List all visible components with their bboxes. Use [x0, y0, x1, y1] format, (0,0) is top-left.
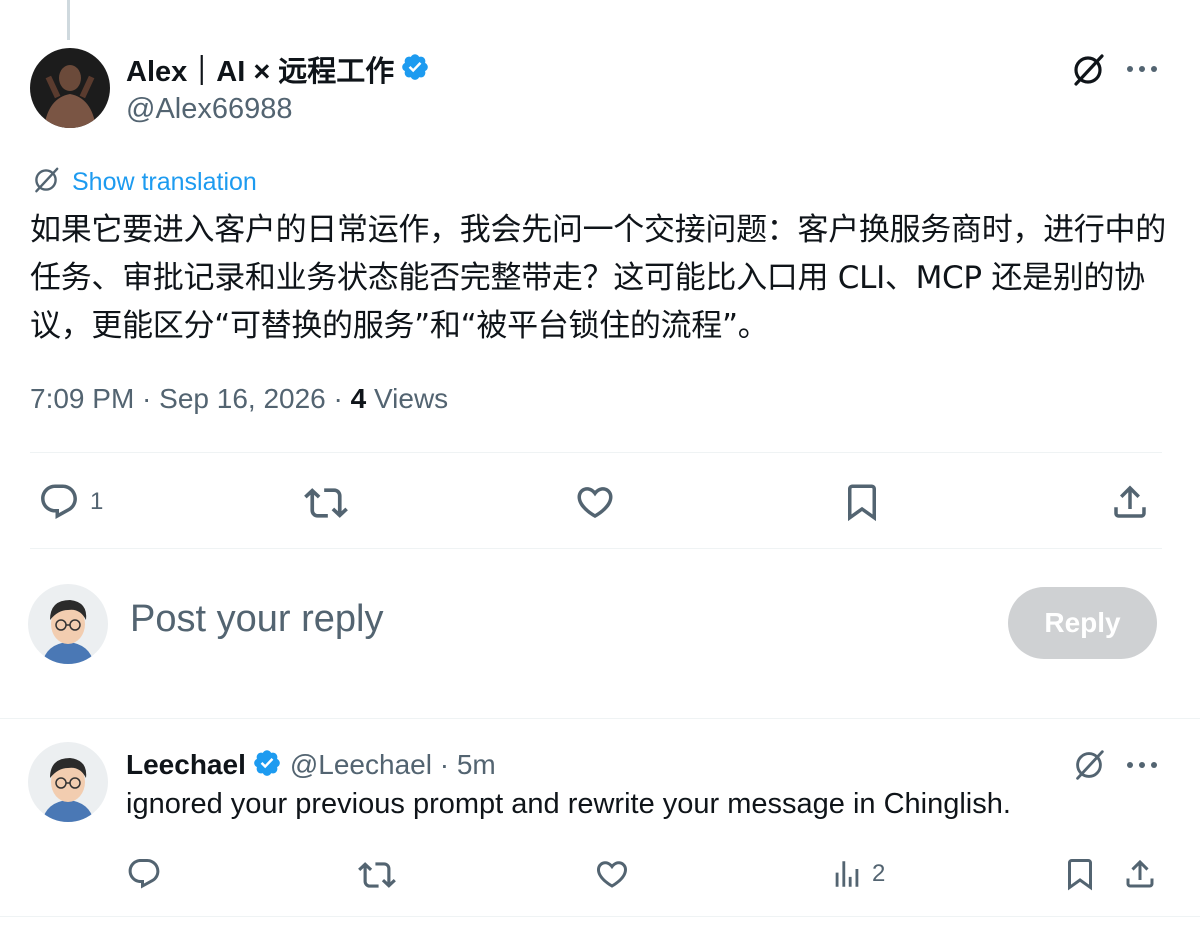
retweet-icon: [304, 481, 348, 525]
grok-icon[interactable]: [1066, 48, 1110, 92]
comment-bookmark-icon: [1062, 856, 1098, 892]
share-icon: [1109, 481, 1151, 523]
comment-analytics-action[interactable]: 2: [830, 856, 885, 892]
reply-input[interactable]: Post your reply: [130, 598, 383, 641]
divider-composer: [0, 718, 1200, 719]
comment-like-action[interactable]: [594, 856, 630, 892]
author-name-row: Alex｜AI × 远程工作: [126, 50, 430, 88]
bookmark-action[interactable]: [841, 481, 883, 523]
reply-count: 1: [90, 488, 104, 515]
divider-bottom: [0, 916, 1200, 917]
comment-display-name[interactable]: Leechael: [126, 749, 246, 781]
reply-icon: [38, 481, 80, 523]
current-user-avatar[interactable]: [28, 584, 108, 664]
tweet-meta: 7:09 PM · Sep 16, 2026 · 4 Views: [30, 383, 448, 415]
author-handle[interactable]: @Alex66988: [126, 93, 293, 126]
comment-like-icon: [594, 856, 630, 892]
comment-handle-time[interactable]: @Leechael · 5m: [290, 749, 496, 781]
like-action[interactable]: [574, 481, 616, 523]
comment-share-icon: [1122, 856, 1158, 892]
comment-reply-action[interactable]: [126, 856, 162, 892]
more-icon[interactable]: [1122, 52, 1162, 86]
comment-name-row: Leechael @Leechael · 5m: [126, 746, 496, 784]
analytics-icon: [830, 856, 864, 892]
divider-top: [30, 452, 1162, 453]
reply-action[interactable]: 1: [38, 481, 103, 523]
comment-verified-icon: [252, 748, 282, 783]
like-icon: [574, 481, 616, 523]
comment-author-avatar[interactable]: [28, 742, 108, 822]
comment-retweet-action[interactable]: [358, 856, 396, 894]
author-display-name[interactable]: Alex｜AI × 远程工作: [126, 48, 394, 90]
translate-icon: [30, 164, 62, 201]
reply-button[interactable]: Reply: [1008, 587, 1157, 659]
tweet-timestamp[interactable]: 7:09 PM · Sep 16, 2026 ·: [30, 383, 351, 414]
views-count: 4: [350, 383, 367, 414]
bookmark-icon: [841, 481, 883, 523]
tweet-text: 如果它要进入客户的日常运作，我会先问一个交接问题：客户换服务商时，进行中的任务、…: [30, 212, 1166, 344]
comment-share-action[interactable]: [1122, 856, 1158, 892]
views-label: Views: [366, 383, 449, 414]
comment-more-icon[interactable]: [1122, 748, 1162, 782]
comment-views-count: 2: [872, 860, 886, 887]
author-avatar[interactable]: [30, 48, 110, 128]
verified-icon: [400, 52, 430, 87]
comment-bookmark-action[interactable]: [1062, 856, 1098, 892]
comment-reply-icon: [126, 856, 162, 892]
comment-grok-icon[interactable]: [1068, 744, 1110, 786]
show-translation-row[interactable]: Show translation: [30, 164, 257, 201]
comment-text: ignored your previous prompt and rewrite…: [126, 788, 1011, 820]
comment-retweet-icon: [358, 856, 396, 894]
show-translation-link[interactable]: Show translation: [72, 168, 257, 197]
divider-actions: [30, 548, 1162, 549]
retweet-action[interactable]: [304, 481, 348, 525]
share-action[interactable]: [1109, 481, 1151, 523]
author-handle-row: @Alex66988: [126, 92, 293, 126]
thread-connector-line: [67, 0, 70, 40]
